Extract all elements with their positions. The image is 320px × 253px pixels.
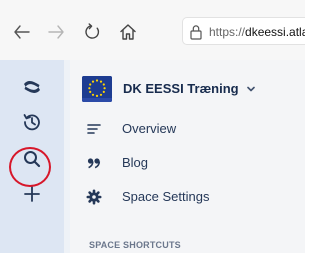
search-icon[interactable]: [22, 149, 42, 169]
space-header[interactable]: DK EESSI Træning: [82, 76, 282, 102]
space-shortcuts-heading: SPACE SHORTCUTS: [89, 240, 181, 250]
create-plus-icon[interactable]: [22, 184, 42, 204]
quote-icon: [86, 155, 102, 171]
menu-item-overview[interactable]: Overview: [82, 118, 282, 140]
menu-item-label: Space Settings: [122, 189, 210, 204]
menu-item-space-settings[interactable]: Space Settings: [82, 186, 282, 208]
menu-item-blog[interactable]: Blog: [82, 152, 282, 174]
space-sidebar: DK EESSI Træning Overview Blog Space Set…: [70, 60, 305, 253]
eu-flag-icon: [82, 76, 112, 102]
overview-lines-icon: [86, 121, 102, 137]
browser-toolbar: https://dkeessi.atlassia: [0, 0, 305, 60]
gear-icon: [86, 189, 102, 205]
screenshot-root: https://dkeessi.atlassia: [0, 0, 305, 253]
address-bar[interactable]: https://dkeessi.atlassia: [182, 17, 305, 45]
menu-item-label: Blog: [122, 155, 149, 170]
space-name: DK EESSI Træning: [123, 81, 239, 96]
url-text: https://dkeessi.atlassia: [209, 24, 305, 40]
menu-item-label: Overview: [122, 121, 177, 136]
forward-arrow-icon[interactable]: [46, 22, 66, 42]
back-arrow-icon[interactable]: [12, 22, 32, 42]
global-sidebar: [0, 60, 64, 253]
recent-history-icon[interactable]: [22, 112, 42, 132]
refresh-icon[interactable]: [82, 22, 102, 42]
confluence-logo-icon[interactable]: [22, 77, 42, 97]
url-host: dkeessi.atlassia: [245, 25, 305, 39]
lock-icon: [189, 24, 203, 40]
home-icon[interactable]: [118, 22, 138, 42]
url-prefix: https://: [209, 25, 246, 39]
chevron-down-icon[interactable]: [245, 83, 257, 95]
